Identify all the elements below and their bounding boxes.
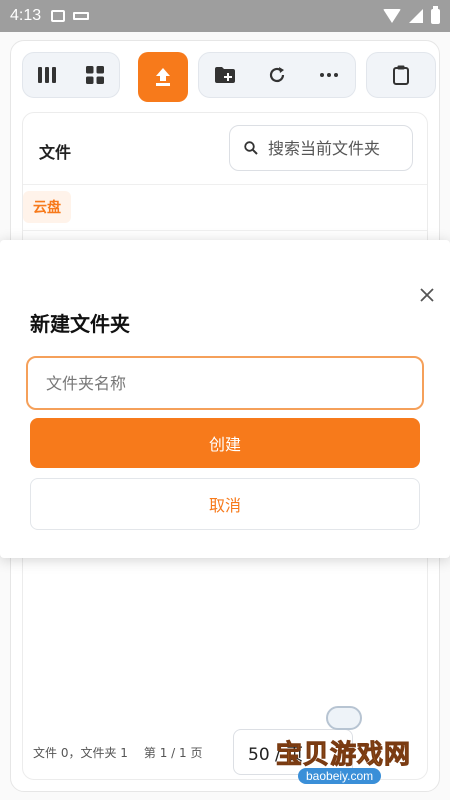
file-panel-title: 文件 bbox=[39, 143, 72, 162]
new-folder-button[interactable] bbox=[207, 57, 243, 93]
columns-view-icon bbox=[38, 67, 56, 83]
grid-view-icon bbox=[86, 66, 104, 84]
dialog-title: 新建文件夹 bbox=[30, 312, 130, 336]
upload-icon bbox=[156, 68, 170, 86]
search-icon bbox=[244, 141, 258, 155]
breadcrumb: 云盘 bbox=[23, 185, 427, 231]
grid-view-button[interactable] bbox=[77, 57, 113, 93]
columns-view-button[interactable] bbox=[29, 57, 65, 93]
keyboard-notification-icon bbox=[73, 12, 90, 20]
item-counts: 文件 0，文件夹 1 bbox=[33, 745, 128, 760]
gamepad-logo-icon bbox=[326, 706, 362, 730]
watermark-text: 宝贝游戏网 bbox=[275, 740, 412, 771]
clipboard-icon bbox=[393, 65, 409, 85]
signal-icon bbox=[409, 9, 423, 23]
more-button[interactable] bbox=[311, 57, 347, 93]
refresh-icon bbox=[269, 67, 285, 83]
view-toggle-group bbox=[22, 52, 120, 98]
image-notification-icon bbox=[51, 10, 66, 22]
site-watermark: 宝贝游戏网 baobeiy.com bbox=[246, 706, 436, 786]
search-input[interactable] bbox=[268, 138, 398, 158]
cancel-button[interactable]: 取消 bbox=[30, 478, 420, 530]
close-button[interactable] bbox=[414, 282, 440, 308]
search-box[interactable] bbox=[229, 125, 413, 171]
breadcrumb-root[interactable]: 云盘 bbox=[23, 191, 71, 223]
new-folder-icon bbox=[215, 67, 235, 83]
more-icon bbox=[320, 73, 338, 77]
clipboard-group bbox=[366, 52, 436, 98]
actions-group bbox=[198, 52, 356, 98]
toolbar bbox=[0, 52, 450, 102]
close-icon bbox=[420, 288, 434, 302]
clipboard-button[interactable] bbox=[383, 57, 419, 93]
watermark-url: baobeiy.com bbox=[298, 768, 382, 784]
refresh-button[interactable] bbox=[259, 57, 295, 93]
create-button[interactable]: 创建 bbox=[30, 418, 420, 468]
status-time: 4:13 bbox=[10, 7, 42, 24]
wifi-icon bbox=[383, 9, 401, 23]
upload-button[interactable] bbox=[138, 52, 188, 102]
status-bar: 4:13 bbox=[0, 0, 450, 32]
page-indicator: 第 1 / 1 页 bbox=[143, 745, 203, 760]
folder-name-input[interactable] bbox=[26, 356, 424, 410]
new-folder-dialog: 新建文件夹 创建 取消 bbox=[0, 240, 450, 558]
file-panel-header: 文件 bbox=[23, 113, 427, 185]
battery-icon bbox=[431, 5, 440, 24]
